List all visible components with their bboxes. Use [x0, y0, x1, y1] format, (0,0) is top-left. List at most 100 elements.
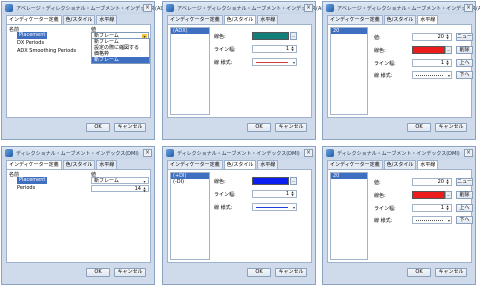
- settings-grid-panel: 名前 値 Placement 新フレーム ▾ DX Periods ADX Sm…: [6, 24, 151, 118]
- line-color-label: 線色:: [214, 179, 226, 185]
- chevron-down-icon[interactable]: ▾: [293, 204, 295, 211]
- line-style-label: 線 様式:: [214, 60, 233, 66]
- line-color-swatch[interactable]: [252, 177, 289, 185]
- cancel-button[interactable]: キャンセル: [275, 123, 307, 132]
- list-item[interactable]: (ADX): [171, 28, 209, 34]
- cancel-button[interactable]: キャンセル: [114, 268, 146, 277]
- param-value-combo[interactable]: 新フレーム ▾: [91, 177, 149, 184]
- new-level-button[interactable]: ニュー: [456, 33, 473, 41]
- dmi-color-dialog: ディレクショナル・ムーブメント・インデックス(DMI) × インディケーター定義…: [162, 146, 316, 285]
- color-style-panel: (+DI) (-DI) 線色: … ライン幅: 1 ▲ ▼ 線 様式: ▾: [167, 169, 312, 263]
- spinner-arrows-icon[interactable]: ▲ ▼: [445, 205, 450, 211]
- cancel-button[interactable]: キャンセル: [435, 123, 467, 132]
- spinner-arrows-icon[interactable]: ▲ ▼: [290, 46, 295, 52]
- chevron-down-icon[interactable]: ▾: [293, 59, 295, 66]
- delete-level-button[interactable]: 削除: [456, 191, 473, 199]
- line-width-spinner[interactable]: 1 ▲ ▼: [252, 45, 297, 53]
- more-icon[interactable]: …: [290, 32, 297, 40]
- adx-color-dialog: アベレージ・ディレクショナル・ムーブメント・インデックス(ADX) × インディ…: [162, 1, 331, 140]
- line-list[interactable]: (ADX): [170, 27, 210, 115]
- ok-button[interactable]: OK: [86, 123, 110, 132]
- app-icon: [5, 149, 13, 157]
- line-style-combo[interactable]: ▾: [252, 203, 297, 211]
- app-icon: [326, 4, 334, 12]
- level-value-label: 値:: [374, 180, 381, 186]
- param-name: ADX Smoothing Periods: [17, 48, 77, 54]
- line-style-combo[interactable]: ▾: [412, 71, 452, 79]
- dialog-title: ディレクショナル・ムーブメント・インデックス(DMI): [177, 151, 300, 157]
- close-button[interactable]: ×: [304, 4, 313, 12]
- level-list[interactable]: 20: [330, 172, 368, 260]
- close-button[interactable]: ×: [143, 4, 152, 12]
- table-row[interactable]: Placement 新フレーム ▾: [8, 177, 150, 184]
- chevron-down-icon[interactable]: ▾: [448, 72, 450, 79]
- level-value-spinner[interactable]: 20 ▲ ▼: [412, 178, 452, 186]
- move-down-button[interactable]: 下へ: [456, 216, 473, 224]
- list-item[interactable]: 20: [331, 28, 367, 34]
- chevron-down-icon[interactable]: ▾: [142, 179, 147, 184]
- line-width-label: ライン幅:: [214, 192, 236, 198]
- ok-button[interactable]: OK: [407, 123, 431, 132]
- solid-line-icon: [256, 207, 288, 208]
- spinner-arrows-icon[interactable]: ▲ ▼: [445, 179, 450, 185]
- line-color-swatch[interactable]: [412, 46, 445, 54]
- color-style-panel: (ADX) 線色: … ライン幅: 1 ▲ ▼ 線 様式: ▾: [167, 24, 312, 118]
- adx-level-dialog: アベレージ・ディレクショナル・ムーブメント・インデックス(ADX) × インディ…: [322, 1, 480, 140]
- app-icon: [326, 149, 334, 157]
- dotted-line-icon: [416, 220, 443, 221]
- line-color-swatch[interactable]: [412, 191, 445, 199]
- chevron-down-icon[interactable]: ▾: [448, 217, 450, 224]
- ok-button[interactable]: OK: [407, 268, 431, 277]
- param-value-spinner[interactable]: 14 ▲ ▼: [91, 185, 149, 193]
- more-icon[interactable]: …: [445, 191, 452, 199]
- level-panel: 20 値: 20 ▲ ▼ 線色: … ライン幅: 1 ▲ ▼ 線 様式: ▾ ニュー…: [327, 169, 473, 263]
- close-button[interactable]: ×: [304, 149, 313, 157]
- ok-button[interactable]: OK: [247, 123, 271, 132]
- more-icon[interactable]: …: [290, 177, 297, 185]
- app-icon: [166, 149, 174, 157]
- delete-level-button[interactable]: 削除: [456, 46, 473, 54]
- dropdown-option[interactable]: 新フレーム: [92, 57, 149, 63]
- title-bar: アベレージ・ディレクショナル・ムーブメント・インデックス(ADX) ×: [2, 2, 170, 14]
- list-item[interactable]: 20: [331, 173, 367, 179]
- dmi-level-dialog: ディレクショナル・ムーブメント・インデックス(DMI) × インディケーター定義…: [322, 146, 476, 285]
- placement-dropdown[interactable]: 新フレーム 設定の際に縮図する 価格枠 新フレーム: [91, 38, 150, 64]
- line-style-label: 線 様式:: [214, 205, 233, 211]
- spinner-arrows-icon[interactable]: ▲ ▼: [445, 34, 450, 40]
- line-width-spinner[interactable]: 1 ▲ ▼: [252, 190, 297, 198]
- line-list[interactable]: (+DI) (-DI): [170, 172, 210, 260]
- line-style-combo[interactable]: ▾: [412, 216, 452, 224]
- ok-button[interactable]: OK: [247, 268, 271, 277]
- list-item[interactable]: (-DI): [171, 179, 209, 185]
- line-style-combo[interactable]: ▾: [252, 58, 297, 66]
- line-color-label: 線色:: [374, 48, 386, 54]
- close-button[interactable]: ×: [464, 149, 473, 157]
- move-down-button[interactable]: 下へ: [456, 71, 473, 79]
- line-width-spinner[interactable]: 1 ▲ ▼: [412, 204, 452, 212]
- line-color-label: 線色:: [374, 193, 386, 199]
- spinner-arrows-icon[interactable]: ▲ ▼: [445, 60, 450, 66]
- cancel-button[interactable]: キャンセル: [435, 268, 467, 277]
- level-value-spinner[interactable]: 20 ▲ ▼: [412, 33, 452, 41]
- close-button[interactable]: ×: [464, 4, 473, 12]
- new-level-button[interactable]: ニュー: [456, 178, 473, 186]
- move-up-button[interactable]: 上へ: [456, 204, 473, 212]
- title-bar: アベレージ・ディレクショナル・ムーブメント・インデックス(ADX) ×: [323, 2, 480, 14]
- close-button[interactable]: ×: [143, 149, 152, 157]
- line-width-spinner[interactable]: 1 ▲ ▼: [412, 59, 452, 67]
- spinner-arrows-icon[interactable]: ▲ ▼: [290, 191, 295, 197]
- spinner-arrows-icon[interactable]: ▲ ▼: [142, 187, 147, 193]
- level-value-label: 値:: [374, 35, 381, 41]
- ok-button[interactable]: OK: [86, 268, 110, 277]
- title-bar: アベレージ・ディレクショナル・ムーブメント・インデックス(ADX) ×: [163, 2, 331, 14]
- move-up-button[interactable]: 上へ: [456, 59, 473, 67]
- adx-settings-dialog: アベレージ・ディレクショナル・ムーブメント・インデックス(ADX) × インディ…: [1, 1, 170, 140]
- cancel-button[interactable]: キャンセル: [275, 268, 307, 277]
- line-style-label: 線 様式:: [374, 73, 393, 79]
- line-width-label: ライン幅:: [374, 61, 396, 67]
- level-list[interactable]: 20: [330, 27, 368, 115]
- more-icon[interactable]: …: [445, 46, 452, 54]
- table-row[interactable]: Periods 14 ▲ ▼: [8, 185, 150, 193]
- cancel-button[interactable]: キャンセル: [114, 123, 146, 132]
- line-color-swatch[interactable]: [252, 32, 289, 40]
